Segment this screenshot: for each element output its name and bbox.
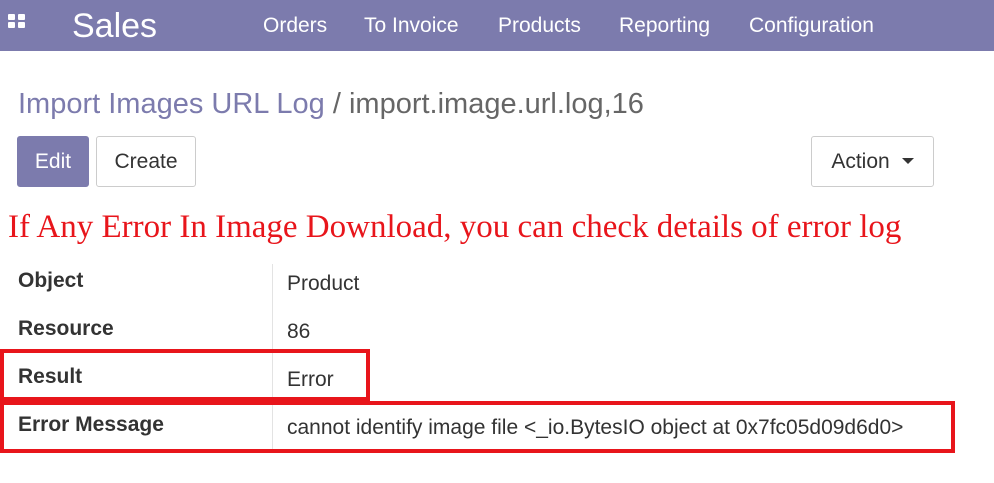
create-button[interactable]: Create	[96, 136, 196, 187]
menu-item-orders[interactable]: Orders	[263, 13, 327, 39]
apps-grid-icon[interactable]	[8, 14, 28, 34]
field-label-resource: Resource	[18, 317, 114, 340]
breadcrumb-separator: /	[332, 88, 341, 120]
breadcrumb-current: import.image.url.log,16	[348, 88, 644, 120]
menu-item-to-invoice[interactable]: To Invoice	[364, 13, 459, 39]
top-navbar: Sales Orders To Invoice Products Reporti…	[0, 0, 994, 51]
highlight-box-error-message	[0, 401, 955, 453]
annotation-text: If Any Error In Image Download, you can …	[8, 209, 902, 245]
field-label-object: Object	[18, 269, 84, 292]
edit-button[interactable]: Edit	[17, 136, 89, 187]
menu-item-configuration[interactable]: Configuration	[749, 13, 874, 39]
breadcrumb-parent-link[interactable]: Import Images URL Log	[18, 88, 325, 120]
highlight-box-result	[0, 349, 370, 401]
breadcrumb: Import Images URL Log / import.image.url…	[18, 86, 644, 122]
menu-item-products[interactable]: Products	[498, 13, 581, 39]
app-brand[interactable]: Sales	[72, 6, 157, 46]
menu-item-reporting[interactable]: Reporting	[619, 13, 710, 39]
action-button-label: Action	[831, 150, 890, 173]
field-value-resource: 86	[287, 320, 311, 343]
field-value-object[interactable]: Product	[287, 271, 359, 297]
caret-down-icon	[901, 157, 914, 164]
action-dropdown-button[interactable]: Action	[811, 136, 934, 187]
